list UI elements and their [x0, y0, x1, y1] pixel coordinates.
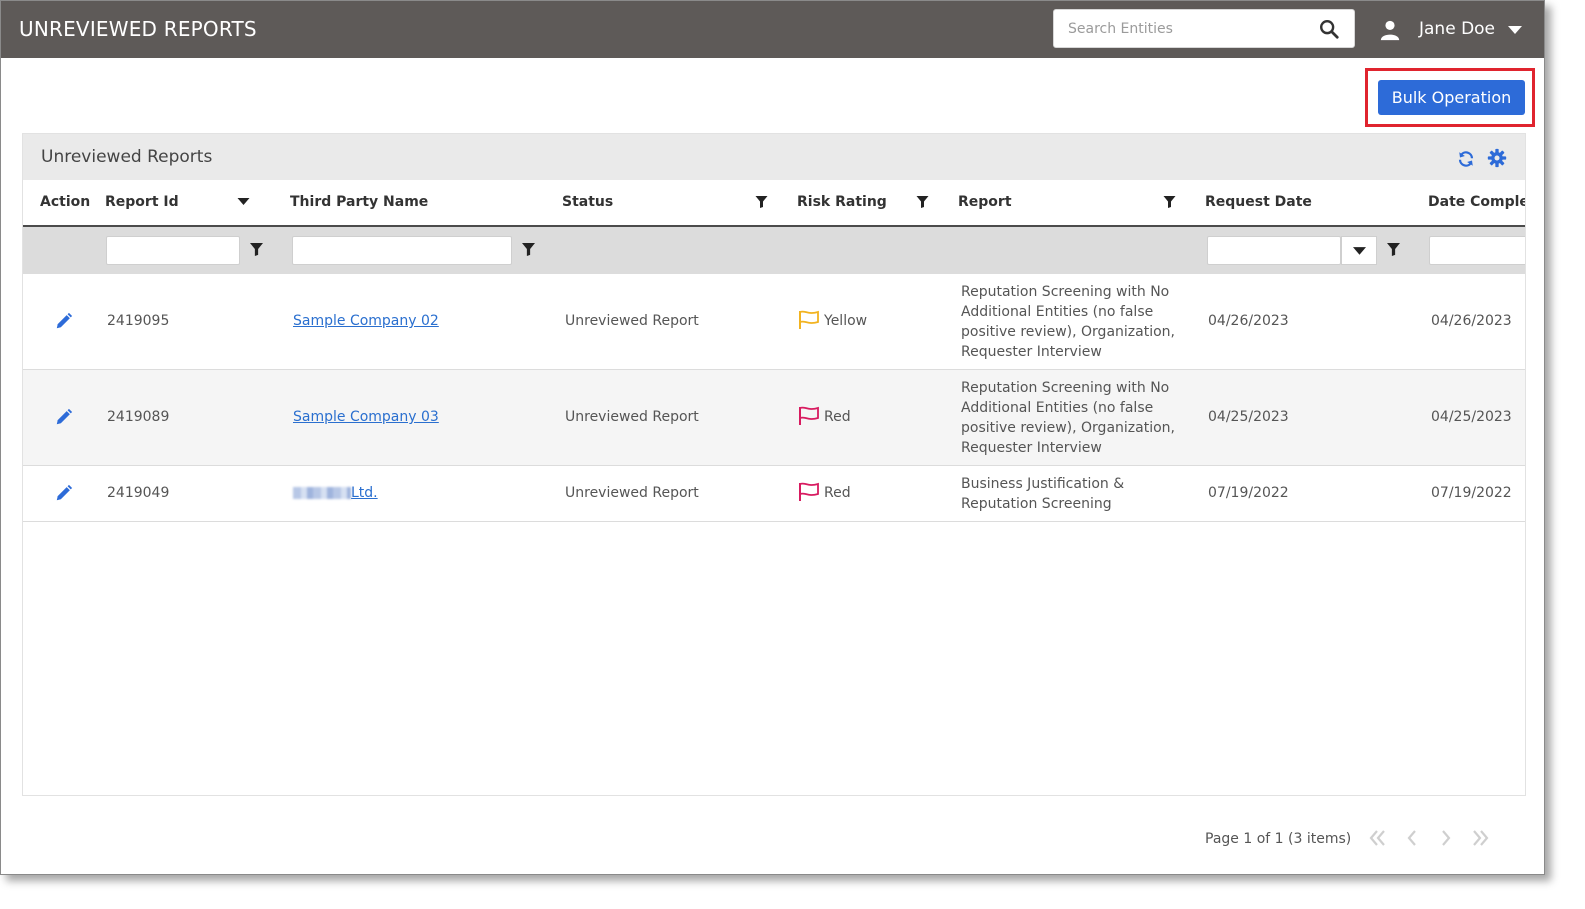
first-page-icon[interactable] [1367, 827, 1389, 849]
request-date-filter-input[interactable] [1207, 236, 1341, 265]
pencil-icon[interactable] [55, 312, 73, 330]
column-header-risk-rating[interactable]: Risk Rating [797, 194, 887, 210]
flag-icon [799, 310, 819, 329]
filter-row [23, 227, 1525, 274]
report-id: 2419089 [107, 409, 170, 425]
risk-rating: Yellow [824, 313, 868, 329]
report-id: 2419049 [107, 485, 170, 501]
table-row: 2419095 Sample Company 02 Unreviewed Rep… [23, 274, 1525, 370]
risk-rating: Red [824, 409, 851, 425]
page-title: UNREVIEWED REPORTS [19, 17, 257, 41]
search-input[interactable] [1068, 18, 1308, 40]
filter-icon[interactable] [250, 243, 263, 256]
chevron-down-icon[interactable] [1507, 25, 1523, 35]
status: Unreviewed Report [565, 409, 699, 425]
third-party-link[interactable]: Sample Company 03 [293, 409, 439, 425]
date-picker-toggle[interactable] [1341, 236, 1377, 265]
pencil-icon[interactable] [55, 484, 73, 502]
search-icon[interactable] [1318, 18, 1340, 40]
flag-icon [799, 482, 819, 501]
date-completed-filter-input[interactable] [1429, 236, 1525, 265]
third-party-filter-input[interactable] [292, 236, 512, 265]
status: Unreviewed Report [565, 485, 699, 501]
date-completed: 04/25/2023 [1431, 409, 1512, 425]
flag-icon [799, 406, 819, 425]
bulk-operation-button[interactable]: Bulk Operation [1378, 80, 1525, 115]
search-box[interactable] [1053, 9, 1355, 48]
third-party-link[interactable]: Ltd. [293, 485, 378, 501]
date-completed: 07/19/2022 [1431, 485, 1512, 501]
highlight-box: Bulk Operation [1365, 68, 1535, 127]
column-header-report-id[interactable]: Report Id [105, 194, 179, 210]
refresh-icon[interactable] [1457, 150, 1475, 168]
report-id: 2419095 [107, 313, 170, 329]
report-name: Business Justification & Reputation Scre… [961, 476, 1125, 512]
filter-icon[interactable] [522, 243, 535, 256]
filter-icon[interactable] [916, 196, 929, 208]
filter-icon[interactable] [1387, 243, 1400, 256]
request-date: 04/26/2023 [1208, 313, 1289, 329]
app-window: UNREVIEWED REPORTS Jane Doe Bulk Operati… [0, 0, 1545, 875]
status: Unreviewed Report [565, 313, 699, 329]
grid-header: Unreviewed Reports [23, 134, 1525, 180]
top-bar: UNREVIEWED REPORTS Jane Doe [1, 1, 1544, 58]
user-name[interactable]: Jane Doe [1419, 19, 1495, 39]
column-header-action: Action [40, 194, 91, 210]
report-name: Reputation Screening with No Additional … [961, 380, 1175, 456]
pencil-icon[interactable] [55, 408, 73, 426]
table-row: 2419089 Sample Company 03 Unreviewed Rep… [23, 370, 1525, 466]
pager-summary: Page 1 of 1 (3 items) [1205, 831, 1352, 847]
request-date: 04/25/2023 [1208, 409, 1289, 425]
filter-icon[interactable] [755, 196, 768, 208]
gear-icon[interactable] [1487, 148, 1507, 168]
chevron-down-icon [1353, 247, 1366, 255]
redacted-name [293, 487, 351, 499]
report-id-filter-input[interactable] [106, 236, 240, 265]
previous-page-icon[interactable] [1401, 827, 1423, 849]
column-header-report[interactable]: Report [958, 194, 1012, 210]
third-party-link[interactable]: Sample Company 02 [293, 313, 439, 329]
last-page-icon[interactable] [1469, 827, 1491, 849]
column-header-third-party-name[interactable]: Third Party Name [290, 194, 428, 210]
filter-icon[interactable] [1163, 196, 1176, 208]
column-header-status[interactable]: Status [562, 194, 613, 210]
risk-rating: Red [824, 485, 851, 501]
date-completed: 04/26/2023 [1431, 313, 1512, 329]
report-name: Reputation Screening with No Additional … [961, 284, 1175, 360]
request-date: 07/19/2022 [1208, 485, 1289, 501]
reports-grid: Unreviewed Reports Action Report Id Thir… [22, 133, 1526, 796]
table-row: 2419049 Ltd. Unreviewed Report Red Busin… [23, 466, 1525, 522]
next-page-icon[interactable] [1435, 827, 1457, 849]
grid-title: Unreviewed Reports [41, 147, 213, 167]
user-icon [1380, 20, 1400, 41]
column-header-row: Action Report Id Third Party Name Status… [23, 180, 1525, 227]
column-header-request-date[interactable]: Request Date [1205, 194, 1312, 210]
column-header-date-completed[interactable]: Date Complet [1428, 194, 1525, 210]
sort-caret-icon[interactable] [237, 196, 250, 208]
